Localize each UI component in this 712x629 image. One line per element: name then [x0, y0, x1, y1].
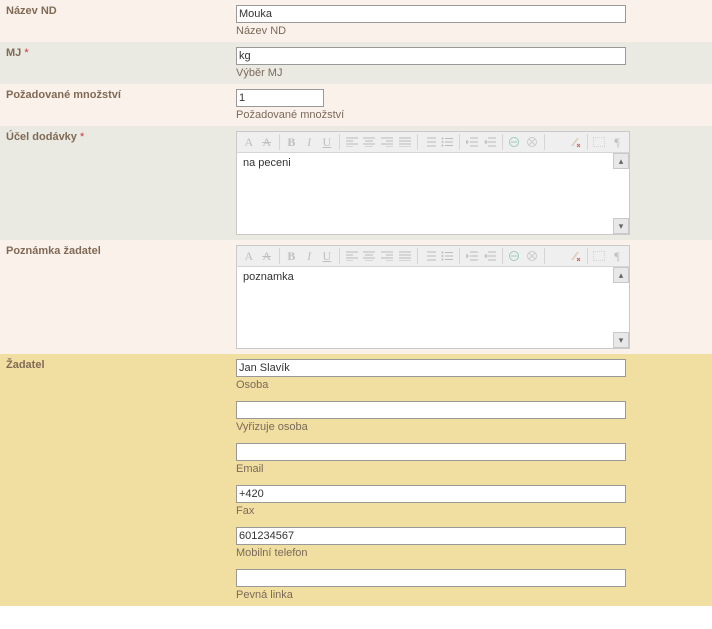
pilcrow-icon[interactable]: ¶ [609, 247, 625, 265]
list-ordered-icon[interactable] [422, 133, 438, 151]
clear-format-icon[interactable] [567, 133, 583, 151]
toolbar-sep [417, 248, 418, 264]
label-nazev-nd: Název ND [6, 5, 57, 17]
help-mj: Výběr MJ [236, 67, 706, 79]
toolbar-sep [339, 248, 340, 264]
help-pevna: Pevná linka [236, 589, 706, 601]
rte-toolbar-poznamka: A A B I U [236, 245, 630, 267]
align-right-icon[interactable] [379, 133, 395, 151]
font-color-icon[interactable] [549, 133, 565, 151]
input-vyrizuje[interactable] [236, 401, 626, 419]
pilcrow-icon[interactable]: ¶ [609, 133, 625, 151]
toolbar-sep [417, 134, 418, 150]
rte-toolbar-ucel: A A B I U [236, 131, 630, 153]
toolbar-sep [279, 134, 280, 150]
rte-poznamka: A A B I U [236, 245, 630, 349]
input-mnozstvi[interactable] [236, 89, 324, 107]
link-icon[interactable] [507, 133, 523, 151]
align-justify-icon[interactable] [397, 247, 413, 265]
font-size-up-icon[interactable]: A [241, 247, 257, 265]
align-left-icon[interactable] [344, 133, 360, 151]
row-mnozstvi: Požadované množství Požadované množství [0, 84, 712, 126]
align-right-icon[interactable] [379, 247, 395, 265]
list-bullet-icon[interactable] [439, 247, 455, 265]
align-left-icon[interactable] [344, 247, 360, 265]
bold-icon[interactable]: B [283, 133, 299, 151]
italic-icon[interactable]: I [301, 133, 317, 151]
rte-text-poznamka: poznamka [237, 267, 629, 287]
underline-icon[interactable]: U [319, 133, 335, 151]
input-mj[interactable] [236, 47, 626, 65]
toolbar-sep [279, 248, 280, 264]
row-ucel: Účel dodávky * A A B I U [0, 126, 712, 240]
input-email[interactable] [236, 443, 626, 461]
help-email: Email [236, 463, 706, 475]
scroll-up-icon[interactable]: ▴ [613, 153, 629, 169]
input-nazev-nd[interactable] [236, 5, 626, 23]
required-mj: * [24, 47, 28, 59]
italic-icon[interactable]: I [301, 247, 317, 265]
toolbar-sep [544, 248, 545, 264]
label-mnozstvi: Požadované množství [6, 89, 121, 101]
show-blocks-icon[interactable] [591, 133, 607, 151]
help-osoba: Osoba [236, 379, 706, 391]
toolbar-sep [502, 248, 503, 264]
input-osoba[interactable] [236, 359, 626, 377]
list-ordered-icon[interactable] [422, 247, 438, 265]
font-size-down-icon[interactable]: A [259, 133, 275, 151]
input-pevna[interactable] [236, 569, 626, 587]
help-mnozstvi: Požadované množství [236, 109, 706, 121]
unlink-icon[interactable] [524, 133, 540, 151]
font-size-up-icon[interactable]: A [241, 133, 257, 151]
help-vyrizuje: Vyřizuje osoba [236, 421, 706, 433]
label-poznamka: Poznámka žadatel [6, 245, 101, 257]
toolbar-sep [587, 248, 588, 264]
rte-ucel: A A B I U [236, 131, 630, 235]
input-fax[interactable] [236, 485, 626, 503]
scroll-down-icon[interactable]: ▾ [613, 218, 629, 234]
align-center-icon[interactable] [361, 133, 377, 151]
outdent-icon[interactable] [464, 247, 480, 265]
font-color-icon[interactable] [549, 247, 565, 265]
show-blocks-icon[interactable] [591, 247, 607, 265]
bold-icon[interactable]: B [283, 247, 299, 265]
clear-format-icon[interactable] [567, 247, 583, 265]
toolbar-sep [502, 134, 503, 150]
link-icon[interactable] [507, 247, 523, 265]
help-fax: Fax [236, 505, 706, 517]
font-size-down-icon[interactable]: A [259, 247, 275, 265]
rte-textarea-ucel[interactable]: na peceni ▴ ▾ [236, 153, 630, 235]
help-mobil: Mobilní telefon [236, 547, 706, 559]
outdent-icon[interactable] [464, 133, 480, 151]
label-ucel: Účel dodávky [6, 131, 77, 143]
indent-icon[interactable] [482, 133, 498, 151]
indent-icon[interactable] [482, 247, 498, 265]
list-bullet-icon[interactable] [439, 133, 455, 151]
row-nazev-nd: Název ND Název ND [0, 0, 712, 42]
row-mj: MJ * Výběr MJ [0, 42, 712, 84]
row-poznamka: Poznámka žadatel A A B I U [0, 240, 712, 354]
underline-icon[interactable]: U [319, 247, 335, 265]
scroll-down-icon[interactable]: ▾ [613, 332, 629, 348]
label-zadatel: Žadatel [6, 359, 45, 371]
toolbar-sep [587, 134, 588, 150]
align-justify-icon[interactable] [397, 133, 413, 151]
toolbar-sep [459, 248, 460, 264]
required-ucel: * [80, 131, 84, 143]
rte-text-ucel: na peceni [237, 153, 629, 173]
help-nazev-nd: Název ND [236, 25, 706, 37]
label-mj: MJ [6, 47, 21, 59]
toolbar-sep [544, 134, 545, 150]
rte-textarea-poznamka[interactable]: poznamka ▴ ▾ [236, 267, 630, 349]
input-mobil[interactable] [236, 527, 626, 545]
align-center-icon[interactable] [361, 247, 377, 265]
toolbar-sep [459, 134, 460, 150]
toolbar-sep [339, 134, 340, 150]
row-zadatel: Žadatel Osoba Vyřizuje osoba Email Fax M… [0, 354, 712, 606]
unlink-icon[interactable] [524, 247, 540, 265]
scroll-up-icon[interactable]: ▴ [613, 267, 629, 283]
